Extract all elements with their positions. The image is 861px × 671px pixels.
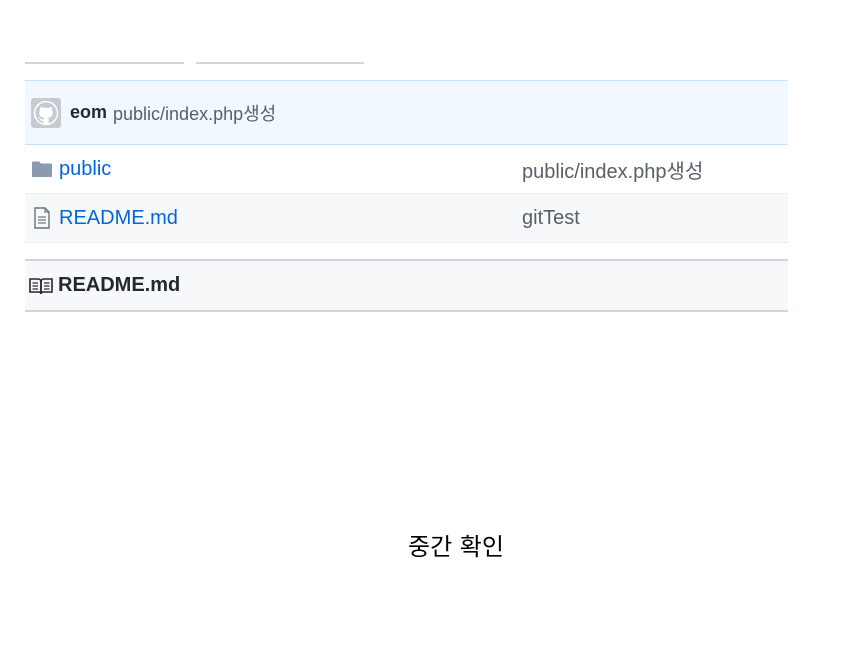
- latest-commit-bar: eom public/index.php생성: [25, 80, 788, 145]
- file-row-readme[interactable]: README.md gitTest: [25, 194, 788, 243]
- tab-underline-left[interactable]: [25, 62, 184, 64]
- folder-icon: [31, 158, 53, 180]
- file-browser: eom public/index.php생성 public public/ind…: [25, 80, 788, 312]
- file-commit-message[interactable]: gitTest: [522, 207, 580, 230]
- file-name-link[interactable]: README.md: [59, 207, 178, 230]
- readme-content: 중간 확인: [408, 533, 504, 561]
- commit-message[interactable]: public/index.php생성: [113, 100, 276, 126]
- file-icon: [31, 207, 53, 229]
- commit-author[interactable]: eom: [70, 102, 107, 123]
- github-avatar-icon[interactable]: [31, 97, 61, 128]
- file-row-public[interactable]: public public/index.php생성: [25, 145, 788, 194]
- repo-page: eom public/index.php생성 public public/ind…: [0, 0, 861, 671]
- readme-header: README.md: [25, 259, 788, 312]
- file-commit-message[interactable]: public/index.php생성: [522, 155, 703, 184]
- readme-title: README.md: [58, 274, 181, 296]
- file-name-link[interactable]: public: [59, 158, 111, 181]
- tab-underline-right[interactable]: [196, 62, 364, 64]
- book-icon: [29, 276, 53, 296]
